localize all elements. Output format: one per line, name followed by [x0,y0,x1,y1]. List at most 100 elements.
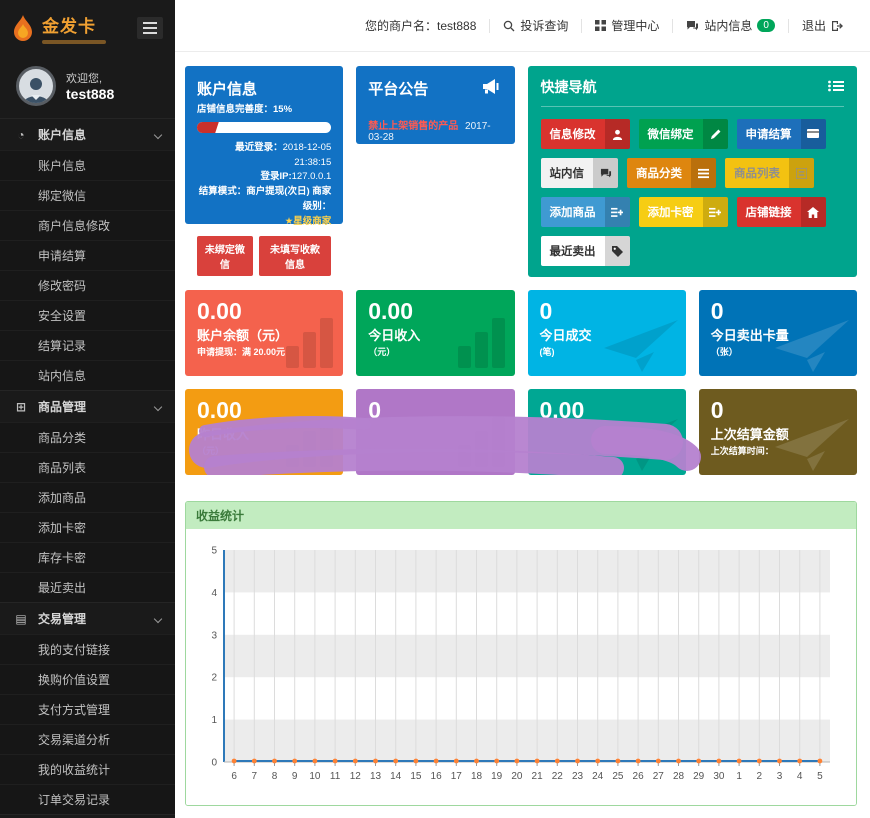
svg-text:10: 10 [309,771,321,782]
paper-plane-icon [775,320,849,372]
quick-nav-product-category-button[interactable]: 商品分类 [627,158,716,188]
svg-text:2: 2 [757,771,763,782]
stat-tile: 0 今日卖出卡量 （张） [698,290,857,376]
sidebar-item[interactable]: 最近卖出 [0,572,175,602]
logout-icon [831,20,843,32]
stat-tile: 0 [356,389,515,475]
payee-info-warning-button[interactable]: 未填写收款信息 [258,236,332,277]
sidebar-section-0[interactable]: ◔ 账户信息 [0,118,175,150]
sidebar-item[interactable]: 我的收益统计 [0,754,175,784]
bar-chart-icon [286,417,334,467]
svg-text:0: 0 [211,758,217,769]
quick-nav-add-card-key-button[interactable]: 添加卡密 [638,197,728,227]
svg-text:8: 8 [272,771,278,782]
sidebar-item[interactable]: 安全设置 [0,300,175,330]
svg-text:11: 11 [330,771,341,782]
quick-nav-site-message-button[interactable]: 站内信 [540,158,618,188]
topbar: 您的商户名：test888 投诉查询 管理中心 站内信息 0 退出 [175,0,870,52]
svg-text:21: 21 [532,771,544,782]
chat-icon [686,20,699,32]
chevron-down-icon [153,130,163,139]
last-login-line: 最近登录：2018-12-05 21:38:15 [235,142,332,168]
paper-plane-icon [775,419,849,471]
sidebar-item[interactable]: 交易渠道分析 [0,724,175,754]
grid-icon: ⊞ [15,399,27,414]
sidebar-item[interactable]: 商品分类 [0,422,175,452]
sidebar-section-1[interactable]: ⊞ 商品管理 [0,390,175,422]
list-box-icon: ▤ [15,611,27,626]
admin-center-link[interactable]: 管理中心 [582,17,672,34]
svg-text:22: 22 [552,771,564,782]
brand-area: 金发卡 [0,0,175,56]
home-icon [800,197,826,227]
quick-nav-wechat-bind-button[interactable]: 微信绑定 [638,119,728,149]
user-panel: 欢迎您, test888 [0,56,175,118]
svg-text:23: 23 [572,771,584,782]
messages-count-badge: 0 [757,19,775,32]
svg-text:3: 3 [211,630,217,641]
settle-mode-line: 结算模式：商户提现(次日) 商家级别： [198,186,332,212]
announcement-link[interactable]: 禁止上架销售的产品 [368,121,458,132]
sidebar-item[interactable]: 我的支付链接 [0,634,175,664]
quick-nav-card: 快捷导航 信息修改 微信绑定 申请结算 站内信 商品分类 商品列表 添加商品 添… [527,66,857,277]
bar-chart-icon [286,318,334,368]
stat-tiles-area: 0.00 账户余额（元） 申请提现：满 20.00元 0.00 今日收入 （元）… [185,290,857,475]
bind-wechat-warning-button[interactable]: 未绑定微信 [197,236,253,277]
stat-tile: 0 今日成交 (笔) [527,290,686,376]
quick-nav-product-list-button[interactable]: 商品列表 [725,158,814,188]
quick-nav-shop-link-button[interactable]: 店铺链接 [736,197,826,227]
sidebar-toggle-button[interactable] [137,17,163,39]
sidebar-item[interactable]: 绑定微信 [0,180,175,210]
sidebar-item[interactable]: 修改密码 [0,270,175,300]
sidebar-item[interactable]: 订单交易记录 [0,784,175,814]
list-icon [691,158,716,188]
sidebar-item[interactable]: 商户信息修改 [0,210,175,240]
svg-text:19: 19 [491,771,503,782]
complaint-query-link[interactable]: 投诉查询 [490,17,581,34]
svg-text:9: 9 [292,771,298,782]
quick-nav-title: 快捷导航 [540,79,597,95]
tag-icon [604,236,630,266]
search-icon [503,20,515,32]
quick-nav-apply-settlement-button[interactable]: 申请结算 [736,119,826,149]
add-list-icon [604,197,630,227]
sidebar-item[interactable]: 商品列表 [0,452,175,482]
grid-icon [595,20,607,31]
login-ip-line: 登录IP:127.0.0.1 [260,171,332,183]
svg-text:13: 13 [370,771,382,782]
chart-panel-title: 收益统计 [186,502,856,529]
svg-text:20: 20 [511,771,523,782]
sidebar-item[interactable]: 添加商品 [0,482,175,512]
site-messages-link[interactable]: 站内信息 0 [673,17,788,34]
stat-tile: 0.00 昨日收入 （元） [185,389,344,475]
stat-tile: 0.00 [527,389,686,475]
svg-text:18: 18 [471,771,483,782]
sidebar-username: test888 [66,86,115,102]
quick-nav-info-edit-button[interactable]: 信息修改 [540,119,630,149]
svg-text:1: 1 [211,715,217,726]
sidebar-item[interactable]: 换购价值设置 [0,664,175,694]
completeness-text: 店铺信息完善度：15% [197,104,293,115]
sidebar-item[interactable]: 库存卡密 [0,542,175,572]
logout-link[interactable]: 退出 [789,17,856,34]
chevron-down-icon [153,614,163,623]
sidebar-section-3[interactable]: ✉商家助手 [0,814,175,818]
sidebar-section-2[interactable]: ▤ 交易管理 [0,602,175,634]
svg-text:17: 17 [451,771,463,782]
sidebar-item[interactable]: 站内信息 [0,360,175,390]
chat-icon [593,158,618,188]
svg-text:5: 5 [211,546,217,557]
pencil-icon [702,119,728,149]
welcome-text: 欢迎您, [66,73,103,85]
sidebar-item[interactable]: 申请结算 [0,240,175,270]
chevron-down-icon [153,402,163,411]
sidebar-item[interactable]: 支付方式管理 [0,694,175,724]
sidebar-item[interactable]: 账户信息 [0,150,175,180]
user-icon [604,119,630,149]
quick-nav-add-product-button[interactable]: 添加商品 [540,197,630,227]
quick-nav-recent-sold-button[interactable]: 最近卖出 [540,236,630,266]
list-alt-icon [789,158,814,188]
svg-text:24: 24 [592,771,604,782]
sidebar-item[interactable]: 添加卡密 [0,512,175,542]
sidebar-item[interactable]: 结算记录 [0,330,175,360]
